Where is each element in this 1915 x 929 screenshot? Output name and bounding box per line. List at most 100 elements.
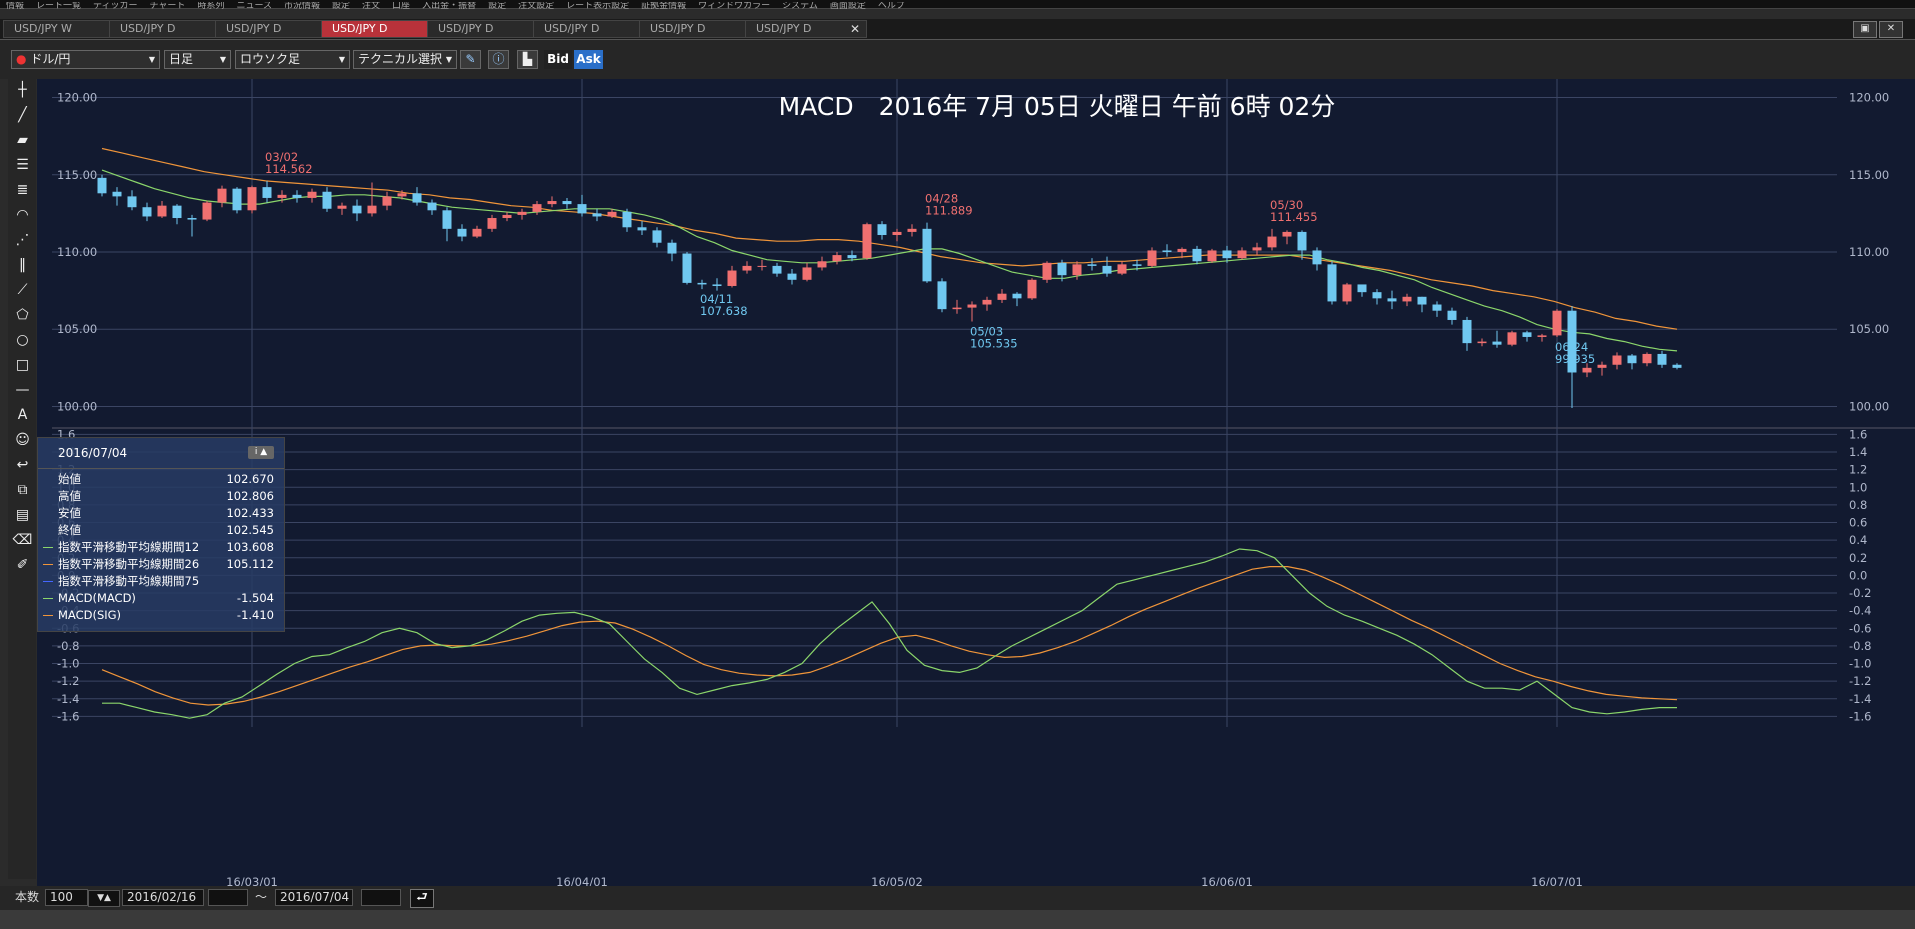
- macd-tick-label-right: -1.0: [1849, 657, 1871, 671]
- close-tab-icon[interactable]: ✕: [850, 21, 860, 37]
- ask-button[interactable]: Ask: [574, 50, 603, 69]
- count-stepper[interactable]: ▼▲: [88, 890, 120, 907]
- ruler-icon[interactable]: ▰: [12, 130, 33, 151]
- candle-body: [1462, 319, 1472, 344]
- menu-item[interactable]: ヘルプ: [872, 2, 911, 10]
- chart-area[interactable]: 120.00 120.00 115.00 115.00 110.00 110.00 105.…: [37, 79, 1915, 889]
- candle-body: [742, 265, 752, 271]
- data-window-row: 始値 102.670: [38, 471, 284, 488]
- price-tick-label-right: 105.00: [1849, 322, 1889, 336]
- candle-body: [232, 188, 242, 211]
- return-icon[interactable]: ⮐: [410, 889, 434, 908]
- menu-item[interactable]: 口座: [386, 2, 416, 10]
- menu-item[interactable]: 入出金・振替: [416, 2, 482, 10]
- menu-item[interactable]: 設定: [326, 2, 356, 10]
- period-label: 日足: [169, 52, 194, 66]
- macd-tick-label-right: 0.0: [1849, 568, 1867, 582]
- chart-tab[interactable]: USD/JPY W✕: [3, 20, 125, 38]
- menu-item[interactable]: 注文設定: [512, 2, 560, 10]
- menu-item[interactable]: チャート: [144, 2, 192, 10]
- menu-item[interactable]: ウィンドウカラー: [692, 2, 776, 10]
- undo-icon[interactable]: ↩: [12, 455, 33, 476]
- menu-item[interactable]: 注文: [356, 2, 386, 10]
- currency-pair-select[interactable]: ● ドル/円 ▼: [11, 50, 160, 69]
- candle-body: [757, 265, 767, 267]
- candle-body: [1657, 353, 1667, 365]
- rectangle-icon[interactable]: □: [12, 355, 33, 376]
- eraser-icon[interactable]: ⌫: [12, 530, 33, 551]
- menu-item[interactable]: システム: [776, 2, 824, 10]
- candle-body: [877, 224, 887, 236]
- menu-item[interactable]: 画面設定: [824, 2, 872, 10]
- count-label: 本数: [15, 890, 40, 904]
- fan-icon[interactable]: ⋰: [12, 230, 33, 251]
- chart-tab[interactable]: USD/JPY D✕: [533, 20, 655, 38]
- candle-body: [1087, 264, 1097, 266]
- pitchfork-icon[interactable]: ⟋: [12, 280, 33, 301]
- erase-all-icon[interactable]: ✐: [12, 555, 33, 576]
- close-window-button[interactable]: ✕: [1879, 21, 1903, 38]
- fib-arc-icon[interactable]: ◠: [12, 205, 33, 226]
- chart-type-icon[interactable]: ▙: [517, 50, 538, 69]
- candle-body: [1342, 284, 1352, 302]
- collapse-button[interactable]: i ▲: [248, 446, 274, 459]
- hline-icon[interactable]: —: [12, 380, 33, 401]
- candle-body: [892, 231, 902, 236]
- candle-body: [1582, 367, 1592, 373]
- candle-body: [352, 205, 362, 214]
- pen-icon[interactable]: ✎: [460, 50, 481, 69]
- horizontal-lines-icon[interactable]: ☰: [12, 155, 33, 176]
- row-value: -1.504: [236, 591, 274, 605]
- line-icon[interactable]: ╱: [12, 105, 33, 126]
- candle-body: [1417, 296, 1427, 305]
- chart-tab[interactable]: USD/JPY D✕: [321, 20, 443, 38]
- pentagon-icon[interactable]: ⬠: [12, 305, 33, 326]
- chart-tab[interactable]: USD/JPY D✕: [215, 20, 337, 38]
- chart-tab[interactable]: USD/JPY D✕: [109, 20, 231, 38]
- candle-body: [1162, 250, 1172, 252]
- menu-item[interactable]: ニュース: [230, 2, 278, 10]
- chart-tab[interactable]: USD/JPY D✕: [639, 20, 761, 38]
- time-to-input[interactable]: [361, 889, 401, 906]
- menu-item[interactable]: 情報: [0, 2, 30, 10]
- menu-item[interactable]: レート表示設定: [560, 2, 635, 10]
- chart-svg[interactable]: 120.00 120.00 115.00 115.00 110.00 110.00 105.…: [37, 79, 1915, 889]
- paste-icon[interactable]: ▤: [12, 505, 33, 526]
- data-window[interactable]: 2016/07/04 i ▲ 始値 102.670 高値 102.806 安値 102.4…: [37, 437, 285, 632]
- chart-style-select[interactable]: ロウソク足 ▼: [235, 50, 350, 69]
- fib-retracement-icon[interactable]: ≣: [12, 180, 33, 201]
- count-input[interactable]: 100: [45, 889, 88, 906]
- circle-icon[interactable]: ○: [12, 330, 33, 351]
- vertical-lines-icon[interactable]: ‖: [12, 255, 33, 276]
- candle-body: [1357, 284, 1367, 293]
- data-window-row: 指数平滑移動平均線期間26 105.112: [38, 556, 284, 573]
- copy-icon[interactable]: ⧉: [12, 480, 33, 501]
- menu-item[interactable]: 市況情報: [278, 2, 326, 10]
- menu-item[interactable]: 証拠金情報: [635, 2, 692, 10]
- candle-body: [367, 205, 377, 214]
- menu-item[interactable]: 時系列: [191, 2, 230, 10]
- menu-item[interactable]: レート一覧: [30, 2, 87, 10]
- candle-body: [547, 201, 557, 205]
- chart-tab[interactable]: USD/JPY D✕: [427, 20, 549, 38]
- bid-button[interactable]: Bid: [544, 50, 572, 69]
- macd-tick-label-right: -0.2: [1849, 586, 1871, 600]
- row-value: -1.410: [236, 608, 274, 622]
- menu-item[interactable]: 設定: [482, 2, 512, 10]
- date-from-input[interactable]: 2016/02/16: [122, 889, 204, 906]
- chart-background: [37, 79, 1915, 887]
- candle-body: [952, 307, 962, 310]
- restore-window-button[interactable]: ▣: [1853, 21, 1877, 38]
- candle-body: [292, 194, 302, 198]
- time-from-input[interactable]: [208, 889, 248, 906]
- date-to-input[interactable]: 2016/07/04: [275, 889, 353, 906]
- chart-tab[interactable]: USD/JPY D✕: [745, 20, 867, 38]
- menu-item[interactable]: ティッカー: [87, 2, 143, 10]
- technical-select[interactable]: テクニカル選択 ▼: [353, 50, 457, 69]
- tab-bar: ▣ ✕ USD/JPY W✕USD/JPY D✕USD/JPY D✕USD/JP…: [0, 19, 1915, 40]
- period-select[interactable]: 日足 ▼: [164, 50, 231, 69]
- info-icon[interactable]: ⓘ: [488, 50, 509, 69]
- text-icon[interactable]: A: [12, 405, 33, 426]
- crosshair-icon[interactable]: ┼: [12, 80, 33, 101]
- smiley-icon[interactable]: ☺: [12, 430, 33, 451]
